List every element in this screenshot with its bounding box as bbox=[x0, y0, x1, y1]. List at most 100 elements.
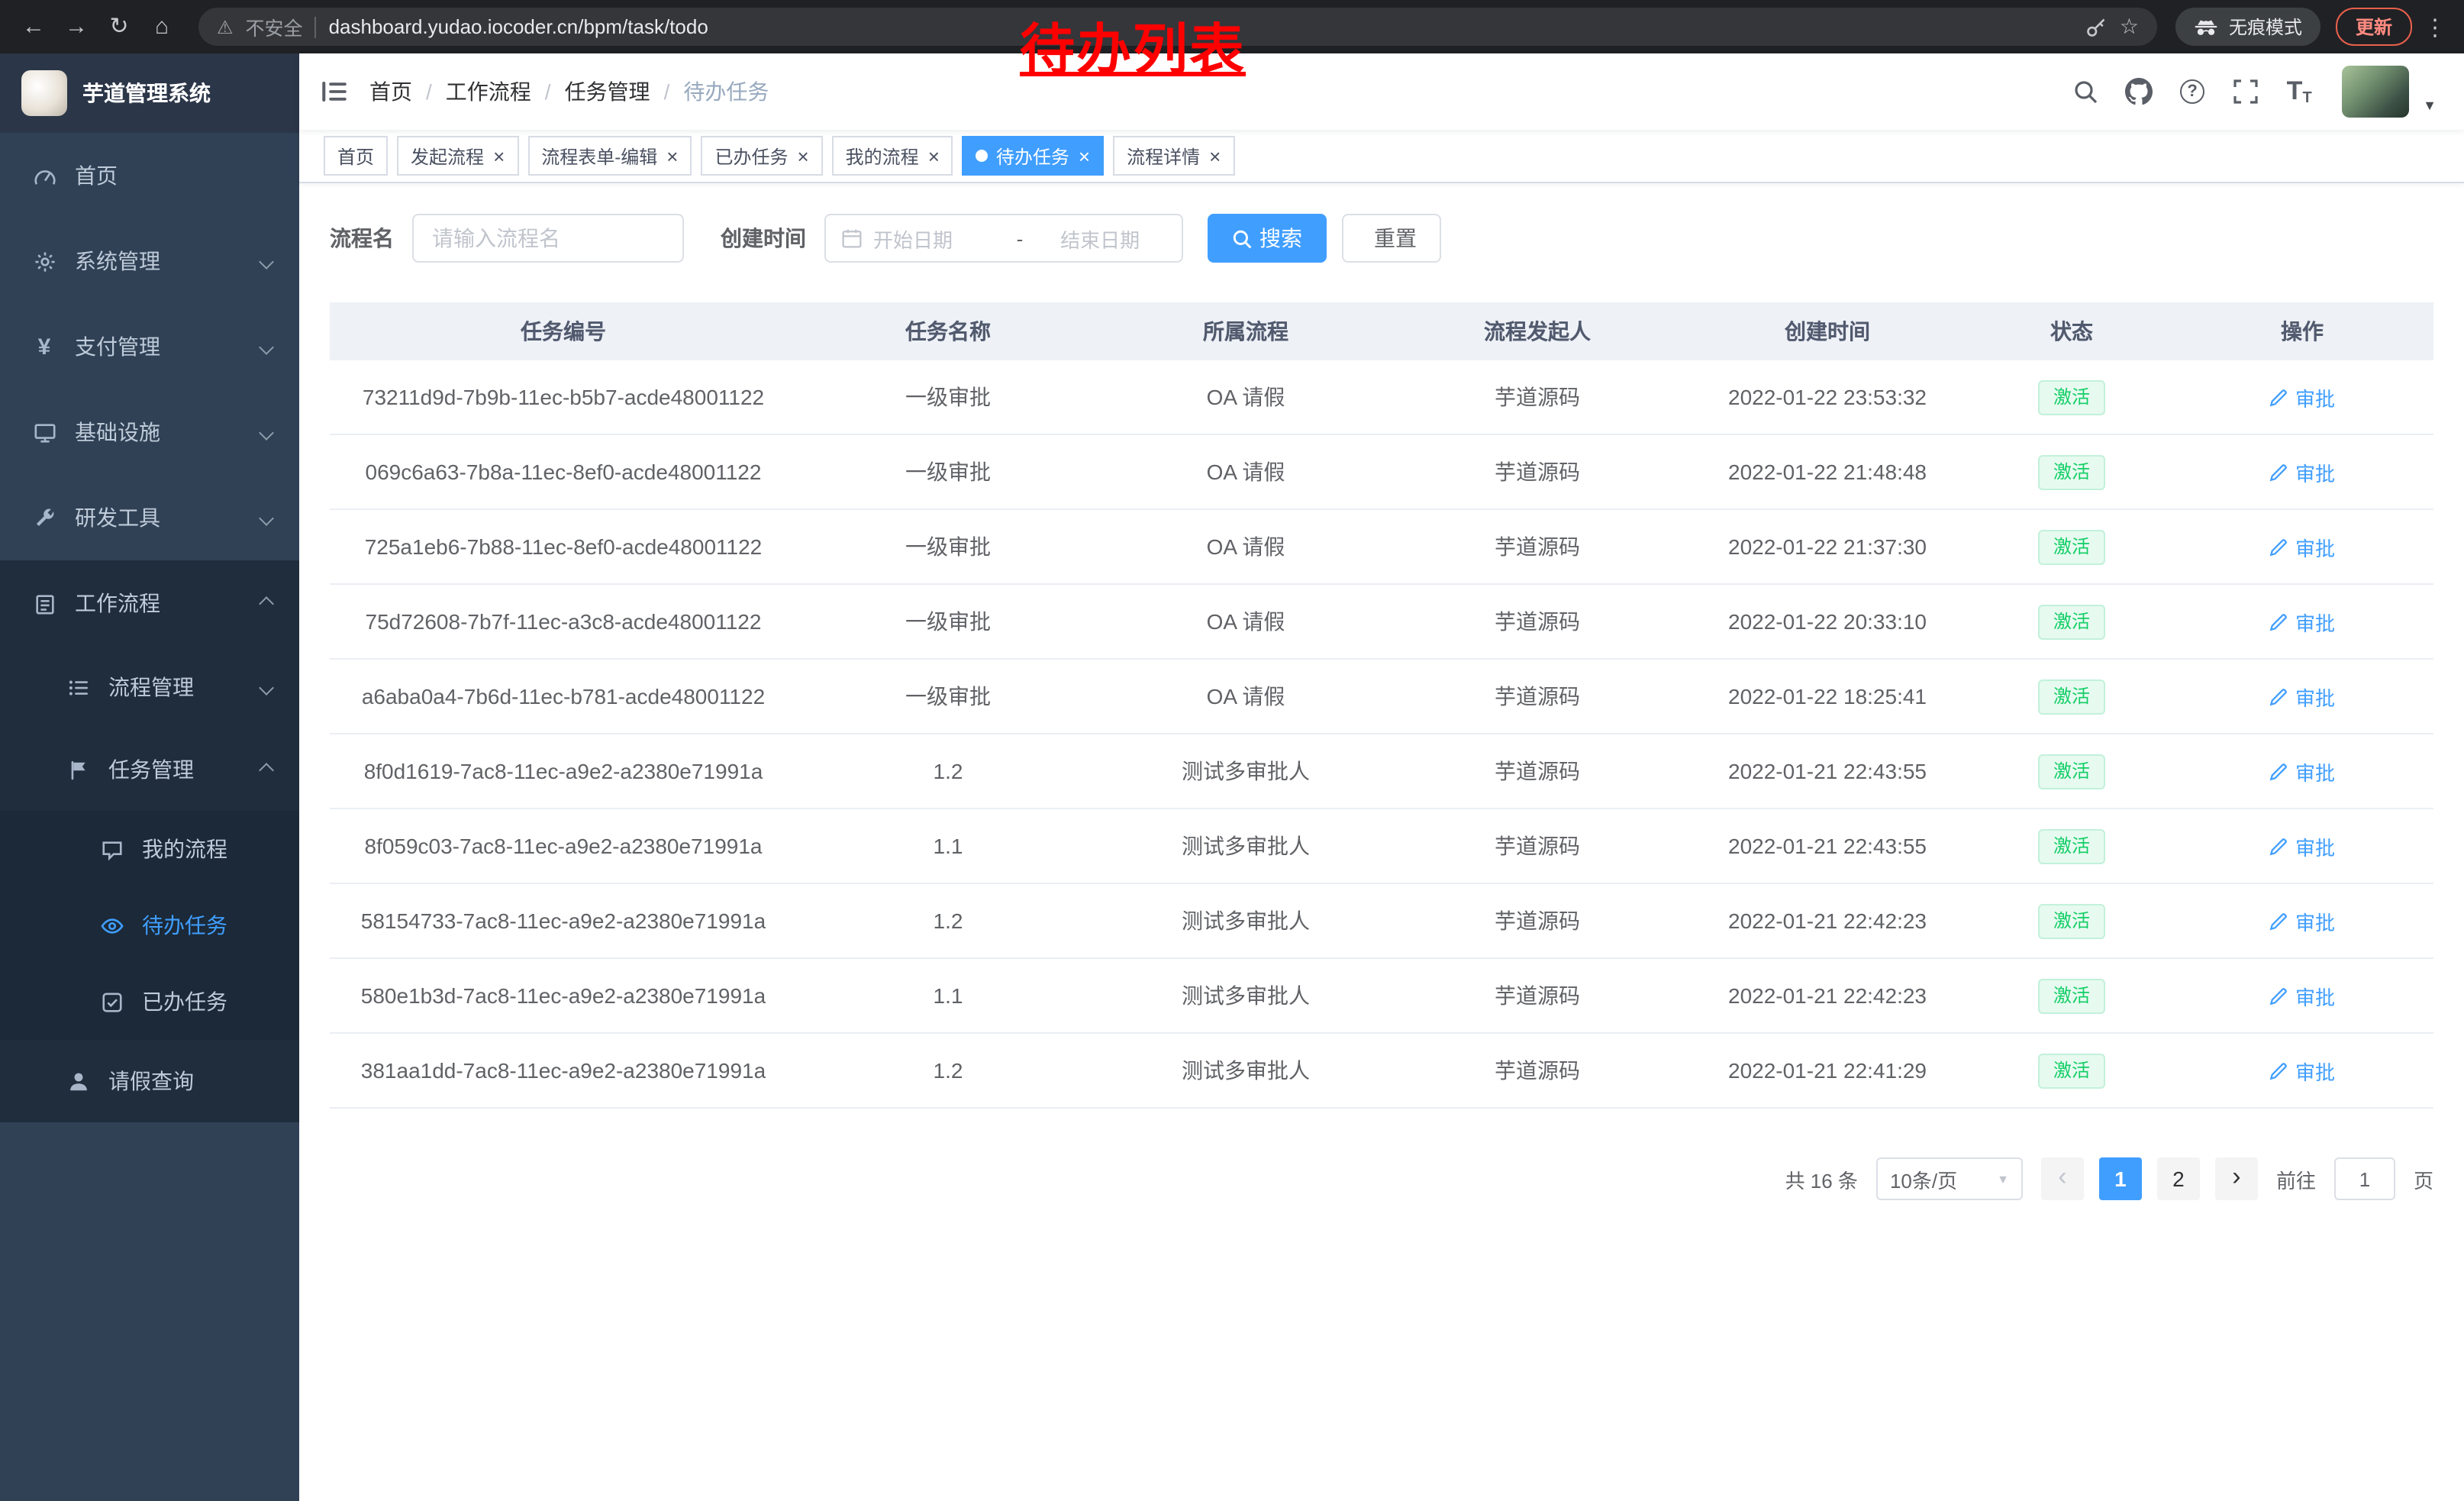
approve-link[interactable]: 审批 bbox=[2269, 906, 2335, 935]
sidebar-item-label: 支付管理 bbox=[75, 331, 160, 362]
tab-label: 已办任务 bbox=[714, 143, 788, 169]
approve-link[interactable]: 审批 bbox=[2269, 757, 2335, 786]
tab-process-detail[interactable]: 流程详情 × bbox=[1113, 136, 1234, 176]
github-icon[interactable] bbox=[2119, 72, 2159, 111]
tab-form-edit[interactable]: 流程表单-编辑 × bbox=[527, 136, 692, 176]
home-icon[interactable]: ⌂ bbox=[144, 8, 180, 45]
header-task-name: 任务名称 bbox=[797, 316, 1099, 347]
approve-link[interactable]: 审批 bbox=[2269, 607, 2335, 636]
fullscreen-icon[interactable] bbox=[2226, 72, 2266, 111]
table-row: 580e1b3d-7ac8-11ec-a9e2-a2380e71991a 1.1… bbox=[330, 959, 2433, 1034]
status-badge: 激活 bbox=[2038, 679, 2105, 714]
status-badge: 激活 bbox=[2038, 903, 2105, 938]
goto-page-input[interactable] bbox=[2334, 1157, 2395, 1200]
cell-create-time: 2022-01-21 22:43:55 bbox=[1682, 834, 1972, 858]
breadcrumb-task-mgmt[interactable]: 任务管理 bbox=[565, 76, 650, 107]
user-avatar[interactable] bbox=[2342, 66, 2409, 118]
tab-done-tasks[interactable]: 已办任务 × bbox=[701, 136, 822, 176]
approve-link[interactable]: 审批 bbox=[2269, 981, 2335, 1010]
sidebar-item-done-tasks[interactable]: 已办任务 bbox=[0, 964, 299, 1040]
reload-icon[interactable]: ↻ bbox=[101, 8, 137, 45]
sidebar-item-process-mgmt[interactable]: 流程管理 bbox=[0, 646, 299, 728]
edit-icon bbox=[2269, 686, 2289, 706]
sidebar-item-workflow[interactable]: 工作流程 bbox=[0, 560, 299, 646]
header-starter: 流程发起人 bbox=[1392, 316, 1682, 347]
cell-process: 测试多审批人 bbox=[1099, 980, 1392, 1011]
close-icon[interactable]: × bbox=[1209, 146, 1221, 166]
table-body: 73211d9d-7b9b-11ec-b5b7-acde48001122 一级审… bbox=[330, 360, 2433, 1109]
update-button[interactable]: 更新 bbox=[2336, 8, 2412, 46]
help-icon[interactable]: ? bbox=[2172, 72, 2212, 111]
search-button[interactable]: 搜索 bbox=[1208, 214, 1327, 263]
caret-down-icon: ▼ bbox=[2423, 98, 2437, 118]
sidebar-item-todo-tasks[interactable]: 待办任务 bbox=[0, 887, 299, 964]
font-size-icon[interactable]: TT bbox=[2279, 72, 2319, 111]
approve-link[interactable]: 审批 bbox=[2269, 1056, 2335, 1085]
search-icon[interactable] bbox=[2066, 72, 2105, 111]
cell-starter: 芋道源码 bbox=[1392, 681, 1682, 712]
breadcrumb-separator: / bbox=[545, 79, 551, 104]
hamburger-icon[interactable] bbox=[321, 78, 348, 105]
cell-starter: 芋道源码 bbox=[1392, 1055, 1682, 1086]
cell-task-id: 75d72608-7b7f-11ec-a3c8-acde48001122 bbox=[330, 609, 797, 634]
reset-button[interactable]: 重置 bbox=[1342, 214, 1441, 263]
more-menu-icon[interactable]: ⋮ bbox=[2421, 13, 2449, 40]
sidebar-item-task-mgmt[interactable]: 任务管理 bbox=[0, 728, 299, 811]
process-name-input[interactable] bbox=[412, 214, 684, 263]
process-name-label: 流程名 bbox=[330, 223, 394, 253]
page-size-select[interactable]: 10条/页 ▼ bbox=[1876, 1157, 2023, 1200]
page-button-2[interactable]: 2 bbox=[2157, 1157, 2200, 1200]
close-icon[interactable]: × bbox=[666, 146, 678, 166]
back-icon[interactable]: ← bbox=[15, 8, 52, 45]
sidebar-item-infrastructure[interactable]: 基础设施 bbox=[0, 389, 299, 475]
close-icon[interactable]: × bbox=[1079, 146, 1090, 166]
edit-icon bbox=[2269, 836, 2289, 856]
approve-link[interactable]: 审批 bbox=[2269, 383, 2335, 412]
key-icon[interactable] bbox=[2086, 16, 2108, 37]
page-button-1[interactable]: 1 bbox=[2099, 1157, 2142, 1200]
star-icon[interactable]: ☆ bbox=[2120, 14, 2139, 40]
prev-page-button[interactable]: ‹ bbox=[2041, 1157, 2084, 1200]
sidebar-item-home[interactable]: 首页 bbox=[0, 133, 299, 218]
table-row: 58154733-7ac8-11ec-a9e2-a2380e71991a 1.2… bbox=[330, 884, 2433, 959]
sidebar-item-devtools[interactable]: 研发工具 bbox=[0, 475, 299, 560]
cell-create-time: 2022-01-22 21:37:30 bbox=[1682, 534, 1972, 559]
close-icon[interactable]: × bbox=[797, 146, 808, 166]
tab-label: 流程详情 bbox=[1127, 143, 1200, 169]
next-page-button[interactable]: › bbox=[2215, 1157, 2258, 1200]
approve-link[interactable]: 审批 bbox=[2269, 532, 2335, 561]
chevron-up-icon bbox=[259, 596, 274, 611]
sidebar-item-payment[interactable]: ¥ 支付管理 bbox=[0, 304, 299, 389]
forward-icon[interactable]: → bbox=[58, 8, 95, 45]
incognito-icon bbox=[2194, 18, 2218, 36]
top-navbar: 首页 / 工作流程 / 任务管理 / 待办任务 ? bbox=[299, 53, 2464, 130]
table-row: 8f059c03-7ac8-11ec-a9e2-a2380e71991a 1.1… bbox=[330, 809, 2433, 884]
close-icon[interactable]: × bbox=[493, 146, 505, 166]
close-icon[interactable]: × bbox=[928, 146, 940, 166]
tab-my-process[interactable]: 我的流程 × bbox=[832, 136, 953, 176]
cell-process: 测试多审批人 bbox=[1099, 1055, 1392, 1086]
sidebar-item-leave-query[interactable]: 请假查询 bbox=[0, 1040, 299, 1122]
tab-todo-tasks[interactable]: 待办任务 × bbox=[963, 136, 1104, 176]
cell-process: 测试多审批人 bbox=[1099, 756, 1392, 786]
sidebar-item-my-process[interactable]: 我的流程 bbox=[0, 811, 299, 887]
breadcrumb-home[interactable]: 首页 bbox=[369, 76, 412, 107]
chevron-up-icon bbox=[259, 762, 274, 777]
tab-start-process[interactable]: 发起流程 × bbox=[397, 136, 518, 176]
sidebar-item-system[interactable]: 系统管理 bbox=[0, 218, 299, 304]
approve-link[interactable]: 审批 bbox=[2269, 831, 2335, 860]
date-range-picker[interactable]: 开始日期 - 结束日期 bbox=[824, 214, 1183, 263]
app-logo[interactable]: 芋道管理系统 bbox=[0, 53, 299, 133]
cell-starter: 芋道源码 bbox=[1392, 606, 1682, 637]
tab-home[interactable]: 首页 bbox=[324, 136, 388, 176]
status-badge: 激活 bbox=[2038, 828, 2105, 863]
tab-label: 我的流程 bbox=[846, 143, 919, 169]
sidebar-item-label: 首页 bbox=[75, 160, 118, 191]
cell-process: OA 请假 bbox=[1099, 382, 1392, 412]
approve-link[interactable]: 审批 bbox=[2269, 457, 2335, 486]
cell-task-id: 580e1b3d-7ac8-11ec-a9e2-a2380e71991a bbox=[330, 983, 797, 1008]
breadcrumb-workflow[interactable]: 工作流程 bbox=[446, 76, 531, 107]
sidebar-item-label: 请假查询 bbox=[108, 1066, 194, 1096]
status-badge: 激活 bbox=[2038, 1053, 2105, 1088]
approve-link[interactable]: 审批 bbox=[2269, 682, 2335, 711]
